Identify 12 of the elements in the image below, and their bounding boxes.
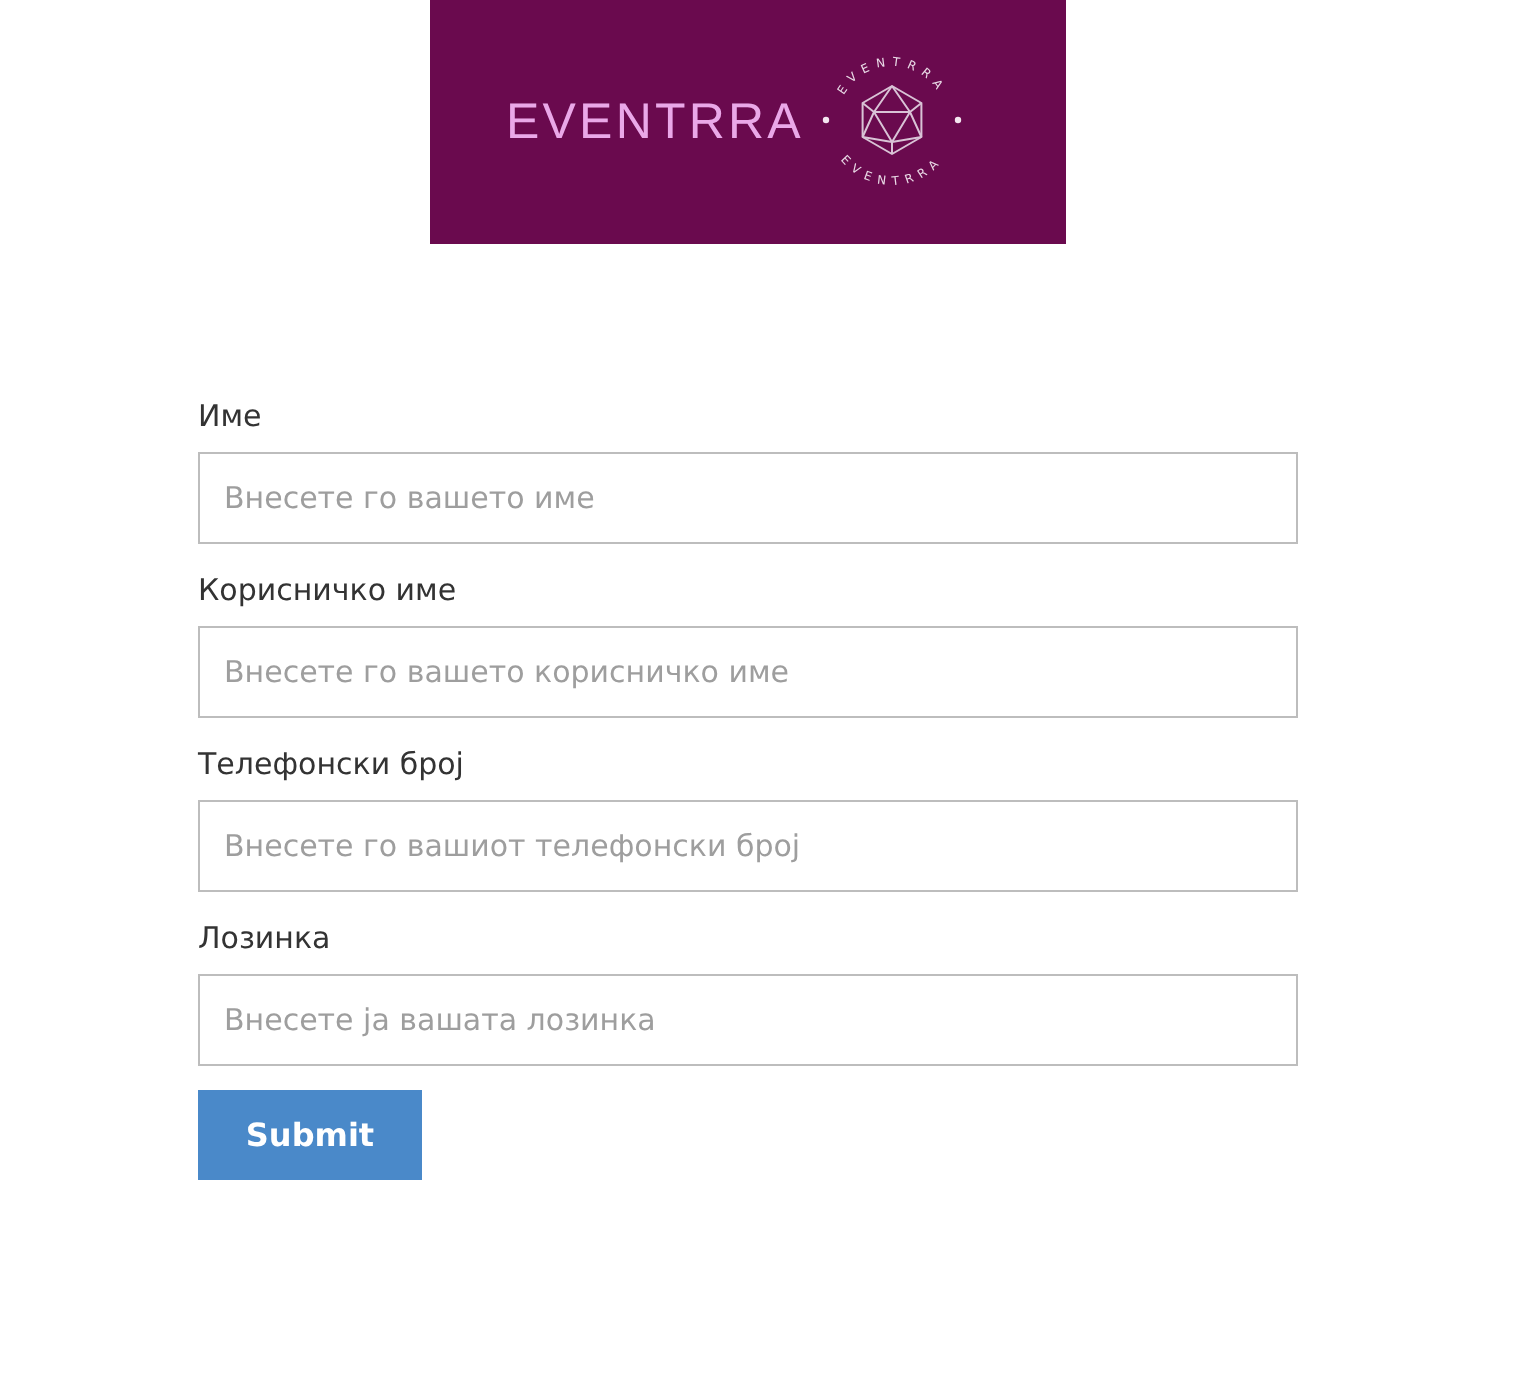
dot-icon <box>822 116 830 124</box>
dot-icon <box>954 116 962 124</box>
field-label: Лозинка <box>198 918 331 960</box>
input-field[interactable]: Внесете го вашето име <box>198 452 1298 544</box>
input-field[interactable]: Внесете го вашиот телефонски број <box>198 800 1298 892</box>
field-label: Име <box>198 396 262 438</box>
submit-button[interactable]: Submit <box>198 1090 422 1180</box>
input-field[interactable]: Внесете ја вашата лозинка <box>198 974 1298 1066</box>
input-field[interactable]: Внесете го вашето корисничко име <box>198 626 1298 718</box>
field-label: Телефонски број <box>198 744 464 786</box>
logo-wordmark: EVENTRRA <box>506 97 804 147</box>
field-label: Корисничко име <box>198 570 457 612</box>
